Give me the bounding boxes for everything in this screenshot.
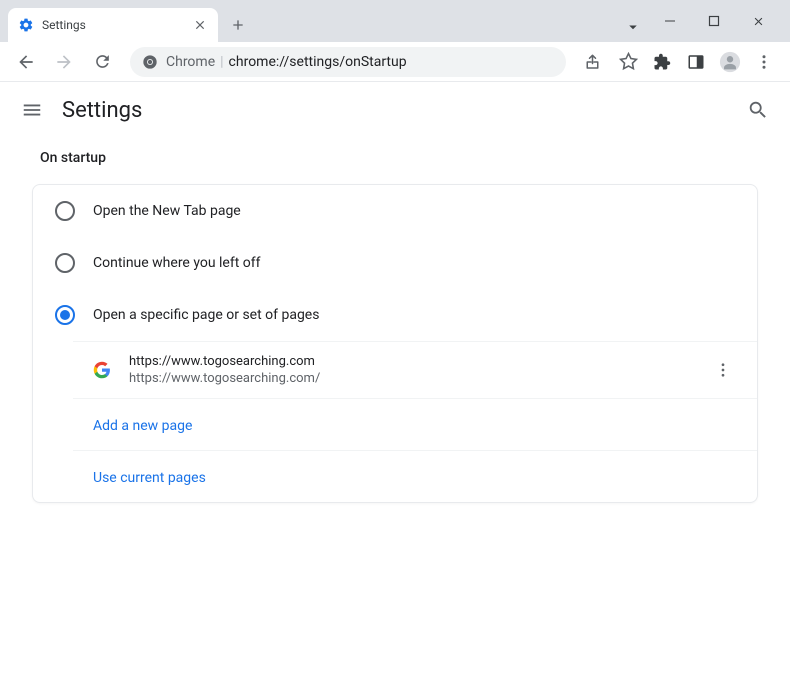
url-text: Chrome | chrome://settings/onStartup	[166, 54, 407, 70]
startup-card: Open the New Tab page Continue where you…	[32, 184, 758, 503]
radio-icon	[55, 201, 75, 221]
startup-page-row: https://www.togosearching.com https://ww…	[73, 341, 757, 398]
settings-header: Settings	[0, 82, 790, 138]
settings-gear-icon	[18, 17, 34, 33]
profile-avatar-icon[interactable]	[714, 46, 746, 78]
window-titlebar: Settings	[0, 0, 790, 42]
page-more-icon[interactable]	[711, 361, 735, 379]
section-title: On startup	[40, 150, 758, 166]
radio-specific-pages[interactable]: Open a specific page or set of pages	[33, 289, 757, 341]
side-panel-icon[interactable]	[680, 46, 712, 78]
close-window-button[interactable]	[738, 6, 778, 36]
window-controls	[650, 6, 782, 42]
tab-title: Settings	[42, 18, 184, 32]
maximize-button[interactable]	[694, 6, 734, 36]
page-title: Settings	[62, 98, 728, 123]
minimize-button[interactable]	[650, 6, 690, 36]
radio-label: Continue where you left off	[93, 255, 261, 271]
radio-label: Open the New Tab page	[93, 203, 241, 219]
menu-kebab-icon[interactable]	[748, 46, 780, 78]
radio-icon	[55, 305, 75, 325]
startup-page-title: https://www.togosearching.com	[129, 354, 693, 369]
share-icon[interactable]	[578, 46, 610, 78]
hamburger-menu-icon[interactable]	[20, 98, 44, 122]
settings-content: On startup Open the New Tab page Continu…	[0, 138, 790, 515]
back-button[interactable]	[10, 46, 42, 78]
use-current-row[interactable]: Use current pages	[73, 450, 757, 502]
forward-button[interactable]	[48, 46, 80, 78]
radio-icon	[55, 253, 75, 273]
use-current-link[interactable]: Use current pages	[93, 470, 206, 486]
add-page-link[interactable]: Add a new page	[93, 418, 192, 434]
startup-page-url: https://www.togosearching.com/	[129, 371, 693, 386]
search-icon[interactable]	[746, 98, 770, 122]
bookmark-star-icon[interactable]	[612, 46, 644, 78]
tab-search-icon[interactable]	[624, 18, 642, 36]
reload-button[interactable]	[86, 46, 118, 78]
add-page-row[interactable]: Add a new page	[73, 398, 757, 450]
chrome-icon	[142, 54, 158, 70]
browser-toolbar: Chrome | chrome://settings/onStartup	[0, 42, 790, 82]
radio-label: Open a specific page or set of pages	[93, 307, 319, 323]
browser-tab[interactable]: Settings	[8, 8, 218, 42]
address-bar[interactable]: Chrome | chrome://settings/onStartup	[130, 47, 566, 77]
tab-close-icon[interactable]	[192, 17, 208, 33]
radio-new-tab[interactable]: Open the New Tab page	[33, 185, 757, 237]
extensions-icon[interactable]	[646, 46, 678, 78]
radio-continue[interactable]: Continue where you left off	[33, 237, 757, 289]
new-tab-button[interactable]	[224, 11, 252, 39]
google-favicon-icon	[93, 361, 111, 379]
